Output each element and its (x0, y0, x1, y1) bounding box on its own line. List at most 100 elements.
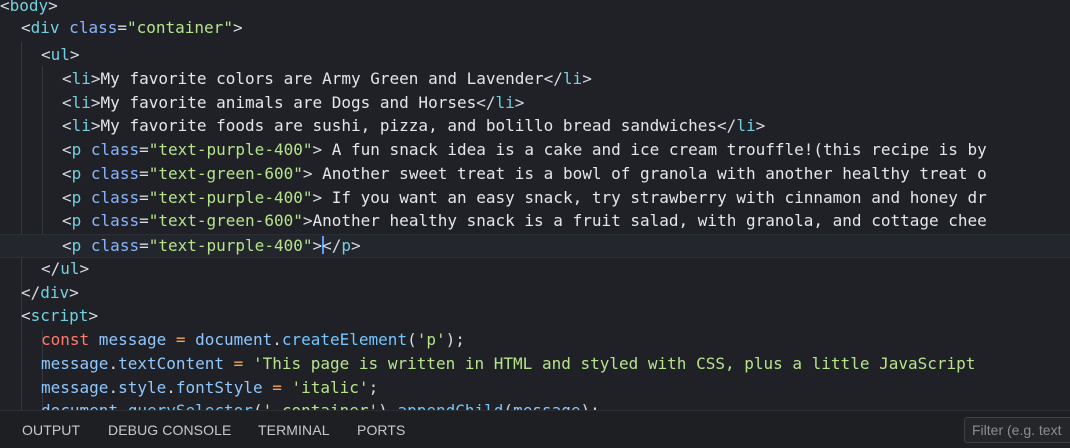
equals-sign: = (139, 236, 149, 255)
text-content: My favorite foods are sushi, pizza, and … (100, 116, 718, 135)
tag-bracket: < (62, 164, 72, 183)
attr-value: "container" (126, 18, 233, 37)
tag-bracket: < (62, 236, 72, 255)
tab-ports[interactable]: PORTS (357, 422, 405, 438)
tag-bracket: > (232, 18, 243, 37)
function-name: querySelector (128, 401, 253, 410)
tab-output[interactable]: OUTPUT (22, 422, 80, 438)
tag-bracket: </ (717, 116, 737, 135)
attr-name: class (59, 18, 118, 37)
identifier: message (513, 401, 580, 410)
code-line: </div> (0, 281, 1070, 305)
equals-sign: = (117, 18, 127, 37)
tag-bracket: > (90, 69, 101, 88)
tag-bracket: < (0, 0, 10, 15)
text-content: My favorite colors are Army Green and La… (100, 69, 544, 88)
tag-bracket: < (62, 140, 72, 159)
text-content: A fun snack idea is a cake and ice cream… (322, 140, 987, 159)
tag-bracket: > (88, 306, 99, 325)
panel-tab-bar: OUTPUT DEBUG CONSOLE TERMINAL PORTS (0, 410, 1070, 448)
attr-name: class (81, 211, 140, 230)
tag-bracket: < (62, 188, 72, 207)
punctuation: ( (407, 330, 417, 349)
code-editor[interactable]: <body> <div class="container"> <ul> <li>… (0, 0, 1070, 410)
tag-bracket: < (62, 211, 72, 230)
tag-bracket: < (41, 45, 51, 64)
attr-value: "text-purple-400" (148, 236, 313, 255)
code-line: <div class="container"> (0, 16, 1070, 40)
tag-bracket: > (312, 188, 323, 207)
punctuation: ; (368, 378, 379, 397)
operator: = (224, 354, 253, 373)
string-literal: 'p' (416, 330, 446, 349)
code-line: <li>My favorite colors are Army Green an… (0, 67, 1070, 91)
attr-value: "text-purple-400" (148, 188, 313, 207)
equals-sign: = (139, 211, 149, 230)
tag-bracket: < (21, 306, 31, 325)
property: fontStyle (175, 378, 263, 397)
tag-name: p (71, 188, 82, 207)
tag-bracket: > (48, 0, 58, 15)
tag-name: p (341, 236, 352, 255)
tag-name: p (71, 211, 82, 230)
tag-bracket: > (514, 93, 525, 112)
punctuation: ); (581, 401, 600, 410)
code-line: message.style.fontStyle = 'italic'; (0, 376, 1070, 400)
attr-name: class (81, 164, 140, 183)
filter-box (964, 417, 1070, 443)
keyword: const (41, 330, 90, 349)
tag-bracket: </ (543, 69, 563, 88)
code-line-current: <p class="text-purple-400"></p> (0, 234, 1070, 258)
tag-bracket: > (69, 45, 80, 64)
code-line: const message = document.createElement('… (0, 328, 1070, 352)
tag-bracket: > (79, 259, 90, 278)
tag-bracket: </ (21, 283, 41, 302)
tag-bracket: > (312, 236, 323, 255)
attr-name: class (81, 140, 140, 159)
code-line: <ul> (0, 43, 1070, 67)
tag-name: li (71, 69, 91, 88)
text-content: Another sweet treat is a bowl of granola… (312, 164, 987, 183)
tag-name: li (562, 69, 583, 88)
function-name: createElement (281, 330, 408, 349)
punctuation: . (388, 401, 398, 410)
tag-name: ul (50, 45, 70, 64)
tag-bracket: < (62, 116, 72, 135)
tag-name: body (9, 0, 49, 15)
string-literal: 'This page is written in HTML and styled… (252, 354, 976, 373)
text-content: Another healthy snack is a fruit salad, … (312, 211, 987, 230)
attr-value: "text-purple-400" (148, 140, 313, 159)
property: style (118, 378, 167, 397)
function-name: appendChild (397, 401, 503, 410)
punctuation: ) (378, 401, 388, 410)
code-line: <script> (0, 304, 1070, 328)
code-line: </ul> (0, 257, 1070, 281)
operator: = (166, 330, 196, 349)
attr-value: "text-green-600" (148, 211, 303, 230)
equals-sign: = (139, 188, 149, 207)
filter-input[interactable] (972, 418, 1070, 442)
identifier: message (41, 378, 109, 397)
punctuation: . (272, 330, 282, 349)
operator: = (262, 378, 292, 397)
tag-bracket: > (582, 69, 592, 88)
punctuation: . (108, 378, 119, 397)
tag-bracket: < (21, 18, 31, 37)
punctuation: ); (445, 330, 465, 349)
equals-sign: = (139, 164, 149, 183)
code-line: document.querySelector('.container').app… (0, 399, 1070, 410)
identifier: message (89, 330, 167, 349)
tag-bracket: </ (476, 93, 496, 112)
identifier: document (41, 401, 118, 410)
tab-debug-console[interactable]: DEBUG CONSOLE (108, 422, 231, 438)
tag-name: li (71, 116, 91, 135)
tag-bracket: </ (41, 259, 61, 278)
text-content: If you want an easy snack, try strawberr… (322, 188, 987, 207)
tab-terminal[interactable]: TERMINAL (258, 422, 330, 438)
attr-value: "text-green-600" (148, 164, 303, 183)
identifier: document (195, 330, 273, 349)
tag-bracket: > (312, 140, 323, 159)
punctuation: ( (503, 401, 513, 410)
string-literal: 'italic' (291, 378, 369, 397)
code-line: message.textContent = 'This page is writ… (0, 352, 1070, 376)
